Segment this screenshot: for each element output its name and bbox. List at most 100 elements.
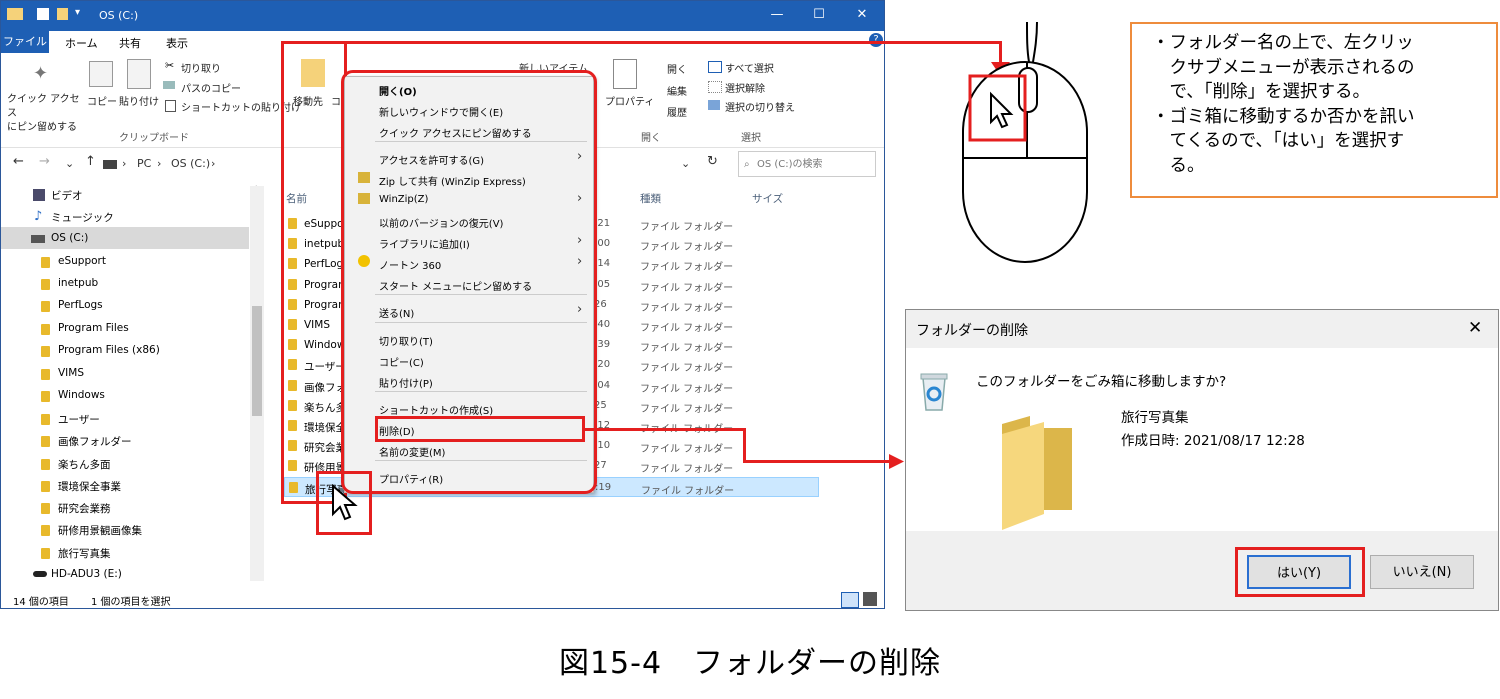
file-type: ファイル フォルダー xyxy=(640,363,734,375)
file-type: ファイル フォルダー xyxy=(640,222,734,233)
connector-line xyxy=(585,428,745,431)
file-list-highlight xyxy=(281,41,347,504)
nav-item[interactable]: 環境保全事業 xyxy=(58,479,121,494)
cut-button[interactable]: 切り取り xyxy=(181,60,221,75)
search-input[interactable]: ⌕ OS (C:)の検索 xyxy=(738,151,876,177)
file-type: ファイル フォルダー xyxy=(640,282,734,294)
large-icons-view-icon[interactable] xyxy=(863,592,877,606)
paste-button[interactable]: 貼り付け xyxy=(119,93,159,108)
tab-view[interactable]: 表示 xyxy=(166,35,188,51)
up-icon[interactable]: ↑ xyxy=(85,154,96,169)
note-line: てくるので、「はい」を選択す xyxy=(1152,131,1405,151)
edit-button[interactable]: 編集 xyxy=(667,83,687,98)
clipboard-group-label: クリップボード xyxy=(119,133,189,144)
help-icon[interactable]: ? xyxy=(869,33,883,47)
select-all-button[interactable]: すべて選択 xyxy=(725,60,774,75)
tab-file[interactable]: ファイル xyxy=(1,31,49,53)
navigation-pane: ビデオ ♪ ミュージック OS (C:) eSupport inetpub PerfLogs… xyxy=(1,183,266,588)
new-folder-quick-icon[interactable] xyxy=(57,8,68,20)
search-icon: ⌕ xyxy=(744,159,750,170)
paste-shortcut-icon xyxy=(165,100,176,112)
column-size[interactable]: サイズ xyxy=(752,191,783,206)
history-button[interactable]: 履歴 xyxy=(667,104,687,119)
close-icon[interactable]: ✕ xyxy=(852,7,872,22)
open-button[interactable]: 開く xyxy=(667,61,687,76)
instruction-note: ・フォルダー名の上で、左クリッ クサブメニューが表示されるの で、「削除」を選択… xyxy=(1130,22,1498,198)
tab-home[interactable]: ホーム xyxy=(65,35,98,51)
file-type: ファイル フォルダー xyxy=(640,403,734,415)
nav-item[interactable]: 研究会業務 xyxy=(58,501,111,516)
select-group-label: 選択 xyxy=(741,133,761,144)
forward-icon[interactable]: → xyxy=(39,154,50,169)
nav-item[interactable]: Program Files (x86) xyxy=(58,344,160,356)
breadcrumb-pc[interactable]: PC xyxy=(137,157,151,170)
dialog-question: このフォルダーをごみ箱に移動しますか? xyxy=(976,374,1227,390)
file-type: ファイル フォルダー xyxy=(640,343,734,355)
nav-item[interactable]: VIMS xyxy=(58,367,84,379)
connector-line xyxy=(743,428,746,463)
pin-quick-access-button[interactable]: クイック アクセス にピン留めする xyxy=(7,93,81,135)
recent-dropdown-icon[interactable]: ⌄ xyxy=(65,157,74,170)
column-type[interactable]: 種類 xyxy=(640,191,661,206)
dialog-close-icon[interactable]: ✕ xyxy=(1468,318,1482,338)
paste-icon xyxy=(127,59,151,89)
mouse-illustration xyxy=(962,21,1088,263)
dialog-title-bar: フォルダーの削除 ✕ xyxy=(906,310,1498,348)
note-line: ・フォルダー名の上で、左クリッ xyxy=(1152,33,1414,53)
nav-item[interactable]: eSupport xyxy=(58,255,106,267)
tab-share[interactable]: 共有 xyxy=(119,35,141,51)
details-view-icon[interactable] xyxy=(841,592,859,608)
properties-button[interactable]: プロパティ xyxy=(605,93,654,108)
nav-item[interactable]: inetpub xyxy=(58,277,98,289)
copy-button[interactable]: コピー xyxy=(87,93,117,108)
nav-item[interactable]: Program Files xyxy=(58,322,129,334)
file-type: ファイル フォルダー xyxy=(640,323,734,334)
video-icon xyxy=(33,189,45,201)
connector-line xyxy=(281,41,1002,44)
file-type: ファイル フォルダー xyxy=(640,383,734,395)
breadcrumb-drive[interactable]: OS (C:) xyxy=(171,157,210,170)
chevron-right-icon: › xyxy=(122,157,127,170)
minimize-icon[interactable]: — xyxy=(767,7,787,22)
dialog-folder-name: 旅行写真集 xyxy=(1121,410,1189,426)
invert-selection-button[interactable]: 選択の切り替え xyxy=(725,99,795,114)
nav-scrollbar[interactable] xyxy=(250,186,264,581)
nav-item[interactable]: 研修用景観画像集 xyxy=(58,523,142,538)
dialog-created-date: 作成日時: 2021/08/17 12:28 xyxy=(1121,433,1305,449)
back-icon[interactable]: ← xyxy=(13,154,24,169)
nav-scrollbar-thumb[interactable] xyxy=(252,306,262,416)
disk-icon xyxy=(33,571,47,577)
nav-item[interactable]: Windows xyxy=(58,389,105,401)
nav-item[interactable]: ユーザー xyxy=(58,412,100,427)
properties-quick-icon[interactable] xyxy=(37,8,49,20)
folder-icon xyxy=(41,548,50,559)
nav-item[interactable]: 画像フォルダー xyxy=(58,434,132,449)
music-icon: ♪ xyxy=(34,209,43,224)
nav-item[interactable]: ミュージック xyxy=(51,210,114,225)
address-dropdown-icon[interactable]: ⌄ xyxy=(681,157,690,170)
select-none-icon xyxy=(708,81,722,93)
cut-icon: ✂ xyxy=(165,59,175,72)
nav-item[interactable]: 旅行写真集 xyxy=(58,546,111,561)
nav-item[interactable]: HD-ADU3 (E:) xyxy=(51,568,122,580)
nav-item[interactable]: ビデオ xyxy=(51,188,83,203)
folder-icon xyxy=(41,346,50,357)
copy-path-button[interactable]: パスのコピー xyxy=(181,80,241,95)
folder-icon xyxy=(1002,416,1072,530)
status-bar: 14 個の項目 1 個の項目を選択 xyxy=(1,590,884,608)
select-none-button[interactable]: 選択解除 xyxy=(725,80,765,95)
nav-item[interactable]: PerfLogs xyxy=(58,299,103,311)
nav-item[interactable]: 楽ちん多面 xyxy=(58,457,111,472)
no-button[interactable]: いいえ(N) xyxy=(1370,555,1474,589)
quick-access-dropdown-icon[interactable]: ▾ xyxy=(75,7,80,18)
maximize-icon[interactable]: ☐ xyxy=(809,7,829,22)
refresh-icon[interactable]: ↻ xyxy=(707,154,718,169)
folder-icon xyxy=(41,324,50,335)
folder-icon xyxy=(41,459,50,470)
folder-icon xyxy=(41,391,50,402)
folder-icon xyxy=(41,481,50,492)
connector-line xyxy=(743,460,891,463)
nav-item[interactable]: OS (C:) xyxy=(51,232,88,244)
copy-path-icon xyxy=(163,81,175,89)
file-type: ファイル フォルダー xyxy=(640,464,734,476)
